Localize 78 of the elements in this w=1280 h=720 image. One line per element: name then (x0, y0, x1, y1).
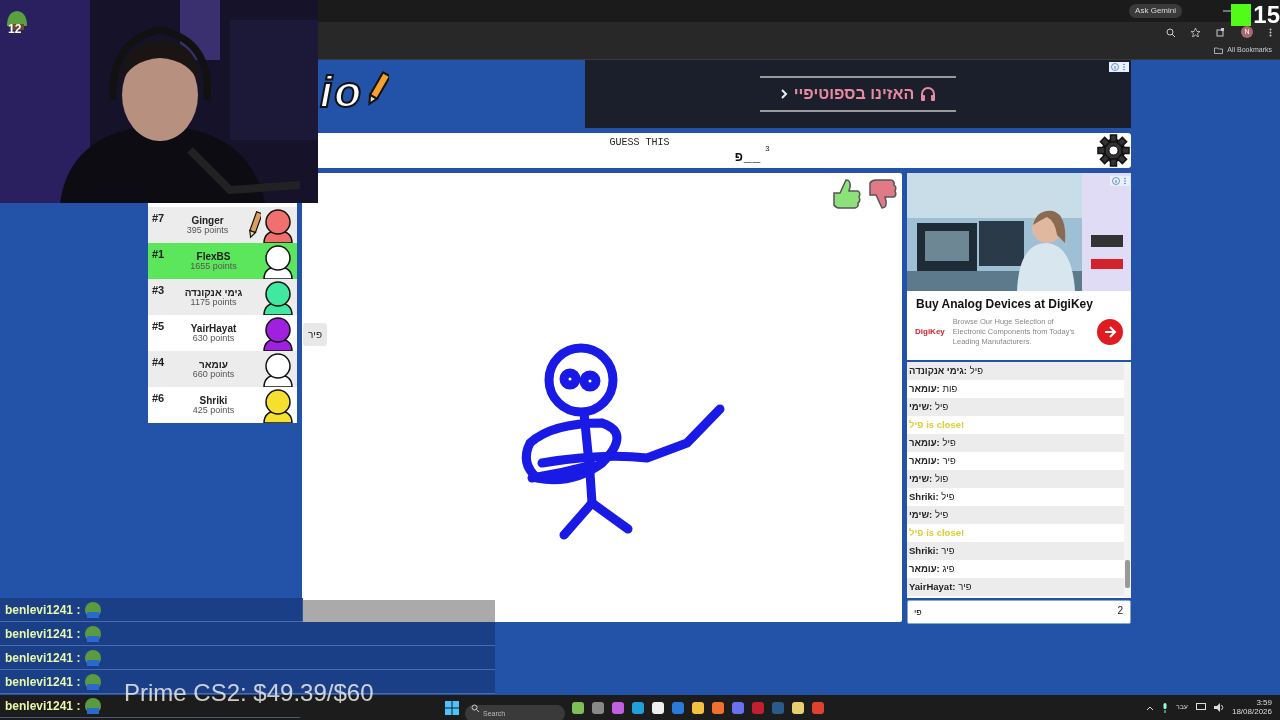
game-logo: io (320, 70, 364, 114)
avatar-icon (261, 243, 295, 279)
pencil-icon (367, 70, 390, 108)
menu-icon[interactable] (1269, 27, 1272, 37)
guess-label: GUESS THIS (609, 136, 670, 150)
star-icon[interactable] (1191, 27, 1200, 37)
channel-number: 12 (8, 21, 22, 38)
chat-message: גימי אנקונדה: פיל (907, 362, 1124, 380)
emote-icon (84, 600, 103, 619)
banner-ad[interactable]: האזינו בספוטיפיי (585, 60, 1131, 128)
microphone-icon[interactable] (1161, 702, 1168, 713)
chat-username: benlevi1241 : (5, 601, 81, 619)
logo-icon (1231, 4, 1252, 26)
chat-message: עומאר: פיל (907, 434, 1124, 452)
chat-username: benlevi1241 : (5, 649, 81, 667)
emote-icon (84, 648, 103, 667)
chat-username: benlevi1241 : (5, 697, 81, 715)
chevron-icon (779, 88, 788, 100)
player-name: Ginger (190, 215, 225, 226)
player-name: YairHayat (189, 323, 238, 334)
emote-icon (84, 696, 103, 715)
chevron-icon[interactable] (1145, 704, 1154, 711)
app-icon[interactable] (791, 700, 805, 715)
thumbs-down-icon[interactable] (866, 177, 898, 211)
player-row[interactable]: #7 Ginger 395 points (148, 207, 297, 243)
chat-message: שימי: פול (907, 470, 1124, 488)
avatar-icon (261, 315, 295, 351)
player-rank: #3 (152, 283, 165, 298)
avatar-icon (261, 207, 295, 243)
settings-icon[interactable] (1097, 134, 1130, 167)
clock-date[interactable]: 18/08/2026 (1231, 707, 1272, 717)
arrow-icon (1103, 324, 1117, 339)
ad-brand: DigiKey (915, 325, 945, 338)
gemini-button[interactable]: Ask Gemini (1129, 4, 1182, 18)
speaker-icon[interactable] (1213, 703, 1224, 712)
chat-username: benlevi1241 : (5, 673, 81, 691)
start-icon[interactable] (445, 700, 459, 715)
thumbs-up-icon[interactable] (830, 177, 862, 211)
chat-message: שימי: פיל (907, 398, 1124, 416)
emote-icon (84, 624, 103, 643)
player-points: 425 points (191, 405, 236, 415)
player-rank: #4 (152, 355, 165, 370)
letter-count: 3 (765, 143, 770, 155)
avatar-icon (261, 279, 295, 315)
headphones-icon (920, 87, 937, 101)
word-hint: פ__ (735, 149, 762, 167)
player-rank: #1 (152, 247, 165, 262)
drawing-canvas[interactable] (302, 173, 902, 622)
app-icon[interactable] (611, 700, 625, 715)
player-points: 1175 points (190, 297, 238, 307)
avatar-icon (261, 387, 295, 423)
chat-username: benlevi1241 : (5, 625, 81, 643)
extensions-icon[interactable] (1216, 27, 1225, 37)
player-name: Shriki (198, 395, 229, 406)
arrow-button[interactable] (1097, 318, 1123, 345)
guess-bubble: פיר (303, 323, 328, 346)
player-name: FlexBS (195, 251, 232, 262)
banner-ad-text: האזינו בספוטיפיי (793, 84, 915, 104)
player-row[interactable]: #1 FlexBS 1655 points (148, 243, 297, 279)
monitor-icon[interactable] (1195, 703, 1206, 712)
player-rank: #7 (152, 211, 165, 226)
zoom-icon[interactable] (1166, 27, 1175, 37)
player-points: 660 points (191, 369, 236, 379)
character-count: 2 (1117, 604, 1123, 618)
player-name: עומאר (197, 359, 229, 370)
player-rank: #6 (152, 391, 165, 406)
scrollbar[interactable] (1124, 362, 1131, 598)
player-points: 630 points (192, 333, 235, 343)
player-rank: #5 (152, 319, 165, 334)
player-name: גימי אנקונדה (183, 287, 244, 298)
clock-time[interactable]: 3:59 (1231, 698, 1272, 708)
emote-icon (84, 672, 103, 691)
player-points: 395 points (185, 225, 230, 235)
player-points: 1655 points (189, 261, 238, 271)
ad-title[interactable]: Buy Analog Devices at DigiKey (907, 291, 1131, 313)
avatar-icon (261, 351, 295, 387)
chat-message: שימי: פיל (907, 506, 1124, 524)
viewer-count: 15 (1253, 3, 1280, 27)
